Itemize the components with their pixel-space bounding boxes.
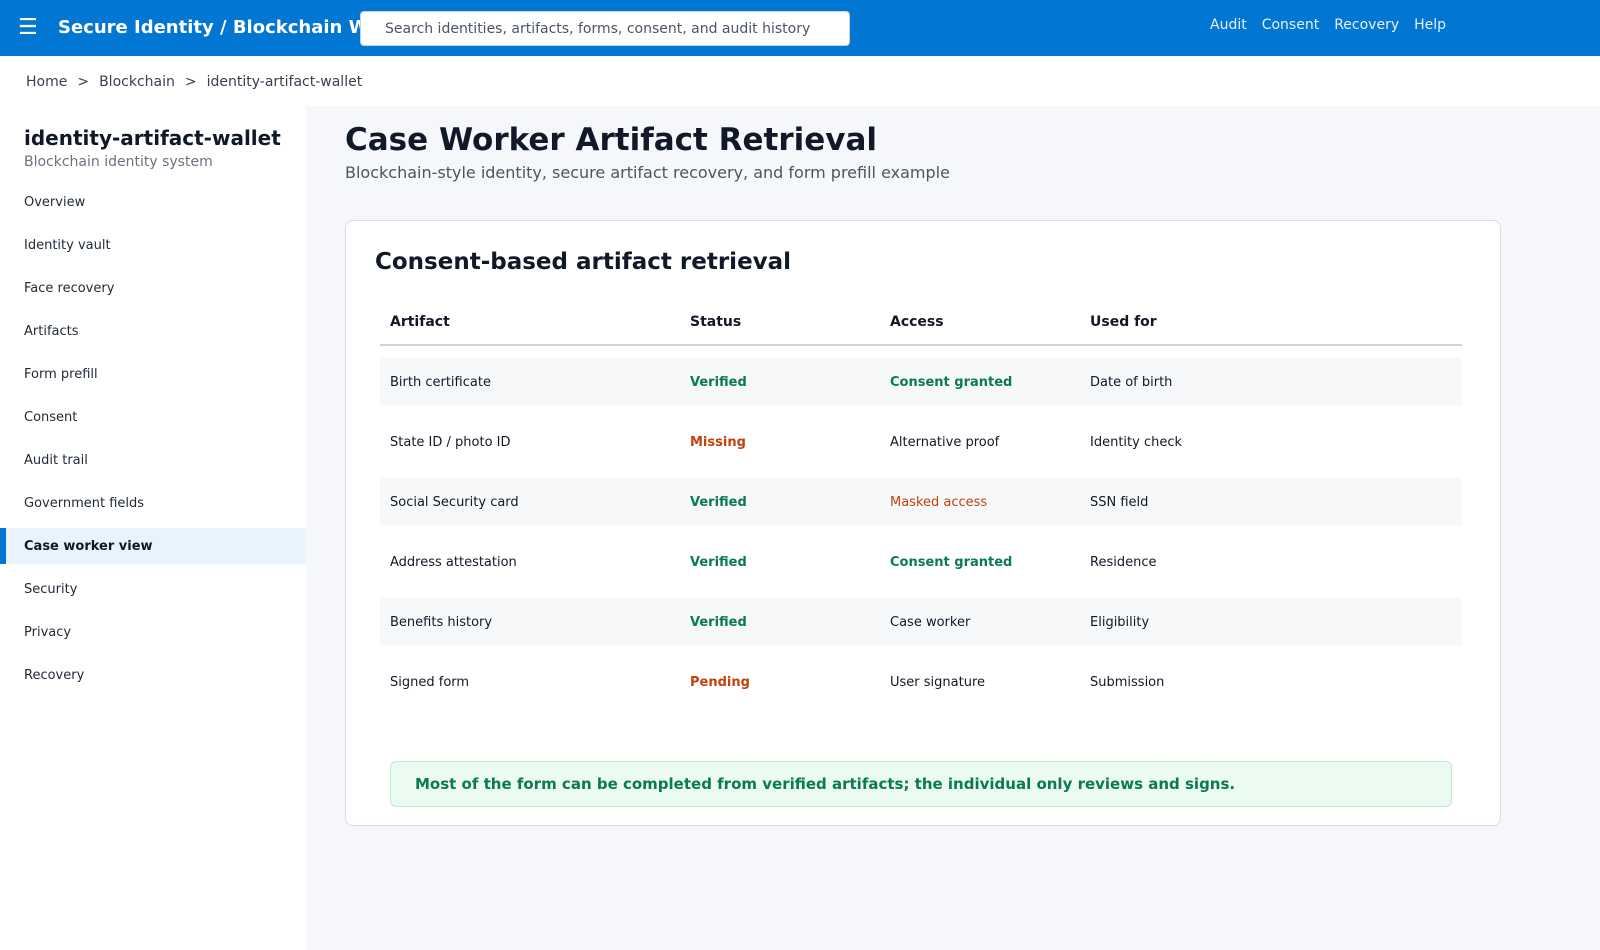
table-row: Benefits history Verified Case worker El… bbox=[380, 598, 1462, 646]
table-row: Birth certificate Verified Consent grant… bbox=[380, 358, 1462, 406]
column-header-status: Status bbox=[690, 313, 742, 330]
access-cell: User signature bbox=[890, 674, 985, 690]
table-row: State ID / photo ID Missing Alternative … bbox=[380, 418, 1462, 466]
sidebar-item-face-recovery[interactable]: Face recovery bbox=[0, 270, 306, 306]
breadcrumb-separator: > bbox=[77, 74, 90, 90]
table-row: Signed form Pending User signature Submi… bbox=[380, 658, 1462, 706]
artifact-retrieval-card: Consent-based artifact retrieval Artifac… bbox=[345, 220, 1501, 826]
used-for-cell: Date of birth bbox=[1090, 374, 1173, 390]
used-for-cell: Submission bbox=[1090, 674, 1165, 690]
sidebar-item-government-fields[interactable]: Government fields bbox=[0, 485, 306, 521]
artifact-cell: Benefits history bbox=[390, 614, 493, 630]
table-row: Social Security card Verified Masked acc… bbox=[380, 478, 1462, 526]
sidebar-title: identity-artifact-wallet bbox=[24, 126, 281, 150]
top-nav: Audit Consent Recovery Help bbox=[1210, 16, 1446, 34]
sidebar-item-consent[interactable]: Consent bbox=[0, 399, 306, 435]
status-cell: Pending bbox=[690, 674, 750, 690]
access-cell: Alternative proof bbox=[890, 434, 1000, 450]
sidebar-item-form-prefill[interactable]: Form prefill bbox=[0, 356, 306, 392]
breadcrumb-blockchain[interactable]: Blockchain bbox=[99, 73, 175, 91]
sidebar-subtitle: Blockchain identity system bbox=[24, 154, 213, 170]
artifact-cell: Birth certificate bbox=[390, 374, 491, 390]
app-title: Secure Identity / Blockchain Wallet bbox=[58, 17, 376, 38]
sidebar-item-recovery[interactable]: Recovery bbox=[0, 657, 306, 693]
status-cell: Verified bbox=[690, 494, 747, 510]
sidebar-item-case-worker-view[interactable]: Case worker view bbox=[0, 528, 306, 564]
breadcrumb-current: identity-artifact-wallet bbox=[206, 74, 363, 90]
card-title: Consent-based artifact retrieval bbox=[375, 249, 792, 275]
page-subtitle: Blockchain-style identity, secure artifa… bbox=[345, 163, 950, 182]
artifact-table: Artifact Status Access Used for Birth ce… bbox=[380, 299, 1462, 706]
main-content: Case Worker Artifact Retrieval Blockchai… bbox=[306, 106, 1600, 950]
status-cell: Verified bbox=[690, 374, 747, 390]
table-header: Artifact Status Access Used for bbox=[380, 299, 1462, 346]
sidebar-nav: Overview Identity vault Face recovery Ar… bbox=[0, 184, 306, 700]
page-title: Case Worker Artifact Retrieval bbox=[345, 122, 878, 158]
artifact-cell: Signed form bbox=[390, 674, 470, 690]
sidebar-item-overview[interactable]: Overview bbox=[0, 184, 306, 220]
sidebar: identity-artifact-wallet Blockchain iden… bbox=[0, 106, 306, 950]
used-for-cell: Identity check bbox=[1090, 434, 1183, 450]
access-cell: Case worker bbox=[890, 614, 971, 630]
access-cell: Consent granted bbox=[890, 554, 1013, 570]
artifact-cell: Address attestation bbox=[390, 554, 517, 570]
status-cell: Verified bbox=[690, 554, 747, 570]
prefill-notice: Most of the form can be completed from v… bbox=[390, 761, 1452, 807]
breadcrumb-home[interactable]: Home bbox=[26, 73, 67, 91]
sidebar-item-privacy[interactable]: Privacy bbox=[0, 614, 306, 650]
column-header-access: Access bbox=[890, 313, 944, 330]
artifact-cell: Social Security card bbox=[390, 494, 519, 510]
topnav-recovery-link[interactable]: Recovery bbox=[1334, 16, 1399, 34]
search-box bbox=[360, 11, 850, 46]
table-row: Address attestation Verified Consent gra… bbox=[380, 538, 1462, 586]
status-cell: Verified bbox=[690, 614, 747, 630]
breadcrumb-separator: > bbox=[184, 74, 197, 90]
sidebar-item-security[interactable]: Security bbox=[0, 571, 306, 607]
sidebar-item-audit-trail[interactable]: Audit trail bbox=[0, 442, 306, 478]
topnav-help-link[interactable]: Help bbox=[1414, 16, 1446, 34]
topnav-consent-link[interactable]: Consent bbox=[1262, 16, 1319, 34]
sidebar-item-artifacts[interactable]: Artifacts bbox=[0, 313, 306, 349]
search-input[interactable] bbox=[361, 12, 849, 45]
status-cell: Missing bbox=[690, 434, 746, 450]
column-header-used-for: Used for bbox=[1090, 313, 1157, 330]
used-for-cell: SSN field bbox=[1090, 494, 1149, 510]
used-for-cell: Eligibility bbox=[1090, 614, 1150, 630]
access-cell: Masked access bbox=[890, 494, 988, 510]
breadcrumb: Home > Blockchain > identity-artifact-wa… bbox=[26, 73, 362, 91]
used-for-cell: Residence bbox=[1090, 554, 1157, 570]
access-cell: Consent granted bbox=[890, 374, 1013, 390]
topnav-audit-link[interactable]: Audit bbox=[1210, 16, 1247, 34]
column-header-artifact: Artifact bbox=[390, 313, 450, 330]
menu-icon[interactable]: ☰ bbox=[18, 15, 38, 41]
artifact-cell: State ID / photo ID bbox=[390, 434, 511, 450]
sidebar-item-identity-vault[interactable]: Identity vault bbox=[0, 227, 306, 263]
top-bar: ☰ Secure Identity / Blockchain Wallet Au… bbox=[0, 0, 1600, 56]
